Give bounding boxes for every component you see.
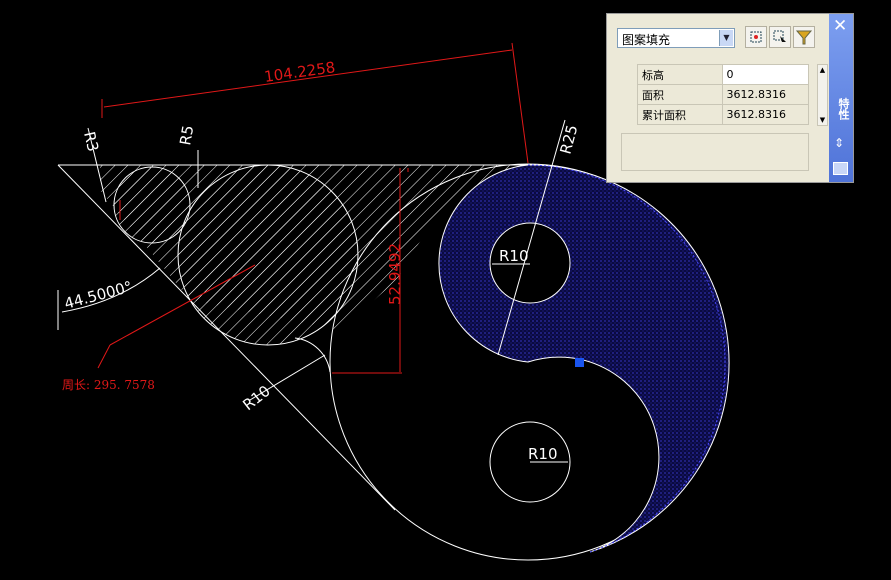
dim-text-r5: R5: [176, 124, 197, 147]
quick-select-icon[interactable]: [745, 26, 767, 48]
prop-label: 面积: [637, 84, 723, 105]
properties-palette[interactable]: 图案填充 ▼ 标高 0 面积 3612.8316 累计面积 3612.8316 …: [606, 13, 854, 183]
prop-label: 标高: [637, 64, 723, 85]
close-icon[interactable]: ✕: [833, 16, 847, 36]
grip-handle[interactable]: [575, 358, 584, 367]
select-objects-icon[interactable]: [769, 26, 791, 48]
description-panel: [621, 133, 809, 171]
filter-icon[interactable]: [793, 26, 815, 48]
auto-hide-icon[interactable]: ⇕: [834, 136, 844, 150]
table-row[interactable]: 面积 3612.8316: [637, 84, 810, 105]
prop-value[interactable]: 0: [721, 64, 810, 85]
menu-icon[interactable]: [833, 162, 848, 175]
properties-table: 标高 0 面积 3612.8316 累计面积 3612.8316: [637, 64, 810, 125]
pattern-select-value: 图案填充: [622, 33, 671, 47]
scroll-down-icon[interactable]: ▼: [818, 115, 827, 125]
table-row[interactable]: 标高 0: [637, 64, 810, 85]
prop-value: 3612.8316: [721, 84, 810, 105]
dim-text-vertical: 52.9492: [386, 243, 404, 305]
prop-value: 3612.8316: [721, 104, 810, 125]
scroll-up-icon[interactable]: ▲: [818, 65, 827, 75]
dim-text-perimeter: 周长: 295. 7578: [62, 378, 155, 392]
table-row[interactable]: 累计面积 3612.8316: [637, 104, 810, 125]
pattern-select[interactable]: 图案填充 ▼: [617, 28, 735, 48]
properties-scrollbar[interactable]: ▲ ▼: [817, 64, 828, 126]
chevron-down-icon[interactable]: ▼: [719, 30, 733, 46]
circle-medium: [177, 164, 359, 346]
dim-text-r10-upper: R10: [499, 247, 529, 265]
dim-text-r3: R3: [80, 130, 102, 154]
palette-title: 特性: [837, 98, 850, 120]
prop-label: 累计面积: [637, 104, 723, 125]
palette-titlebar[interactable]: ✕ 特性 ⇕: [829, 14, 853, 182]
dim-text-r10-lower: R10: [528, 445, 558, 463]
dim-text-r10-left: R10: [239, 382, 273, 414]
circle-small: [113, 166, 191, 244]
dim-text-r25: R25: [556, 123, 581, 156]
dim-text-top-length: 104.2258: [263, 58, 336, 86]
